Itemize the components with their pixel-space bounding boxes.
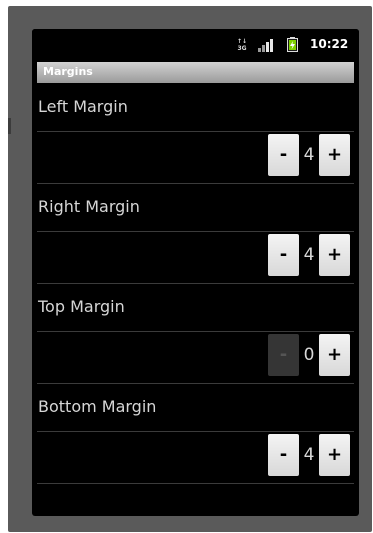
status-bar: ↑↓ 3G 10:22 (32, 29, 359, 60)
divider (37, 483, 354, 484)
network-arrows-label: ↑↓ (236, 38, 248, 45)
increment-button[interactable]: + (319, 234, 350, 276)
margin-label: Right Margin (38, 197, 140, 216)
decrement-button-disabled[interactable]: - (268, 334, 299, 376)
network-3g-icon: ↑↓ 3G (236, 38, 248, 52)
battery-charging-icon (287, 37, 298, 52)
status-clock: 10:22 (310, 37, 349, 51)
decrement-button[interactable]: - (268, 434, 299, 476)
divider (37, 231, 354, 232)
network-type-label: 3G (237, 45, 247, 52)
bottom-margin-stepper: - 4 + (268, 434, 350, 478)
margin-label: Left Margin (38, 97, 128, 116)
margin-section-right: Right Margin - 4 + (32, 184, 359, 284)
decrement-button[interactable]: - (268, 134, 299, 176)
margin-value: 0 (303, 345, 315, 365)
margin-section-top: Top Margin - 0 + (32, 284, 359, 384)
signal-icon (258, 39, 273, 52)
divider (37, 131, 354, 132)
margin-section-left: Left Margin - 4 + (32, 84, 359, 184)
margin-section-bottom: Bottom Margin - 4 + (32, 384, 359, 484)
margin-value: 4 (303, 145, 315, 165)
left-margin-stepper: - 4 + (268, 134, 350, 178)
margin-label: Bottom Margin (38, 397, 157, 416)
page-title: Margins (43, 65, 93, 78)
increment-button[interactable]: + (319, 134, 350, 176)
top-margin-stepper: - 0 + (268, 334, 350, 378)
device-side-button (8, 118, 11, 134)
margin-value: 4 (303, 245, 315, 265)
margin-label: Top Margin (38, 297, 125, 316)
increment-button[interactable]: + (319, 434, 350, 476)
increment-button[interactable]: + (319, 334, 350, 376)
title-bar: Margins (37, 62, 354, 83)
margins-list: Left Margin - 4 + Right Margin - 4 + Top… (32, 84, 359, 484)
divider (37, 431, 354, 432)
margin-value: 4 (303, 445, 315, 465)
decrement-button[interactable]: - (268, 234, 299, 276)
divider (37, 331, 354, 332)
right-margin-stepper: - 4 + (268, 234, 350, 278)
phone-screen: ↑↓ 3G 10:22 Margins Left Margin - 4 + Ri… (32, 29, 359, 516)
